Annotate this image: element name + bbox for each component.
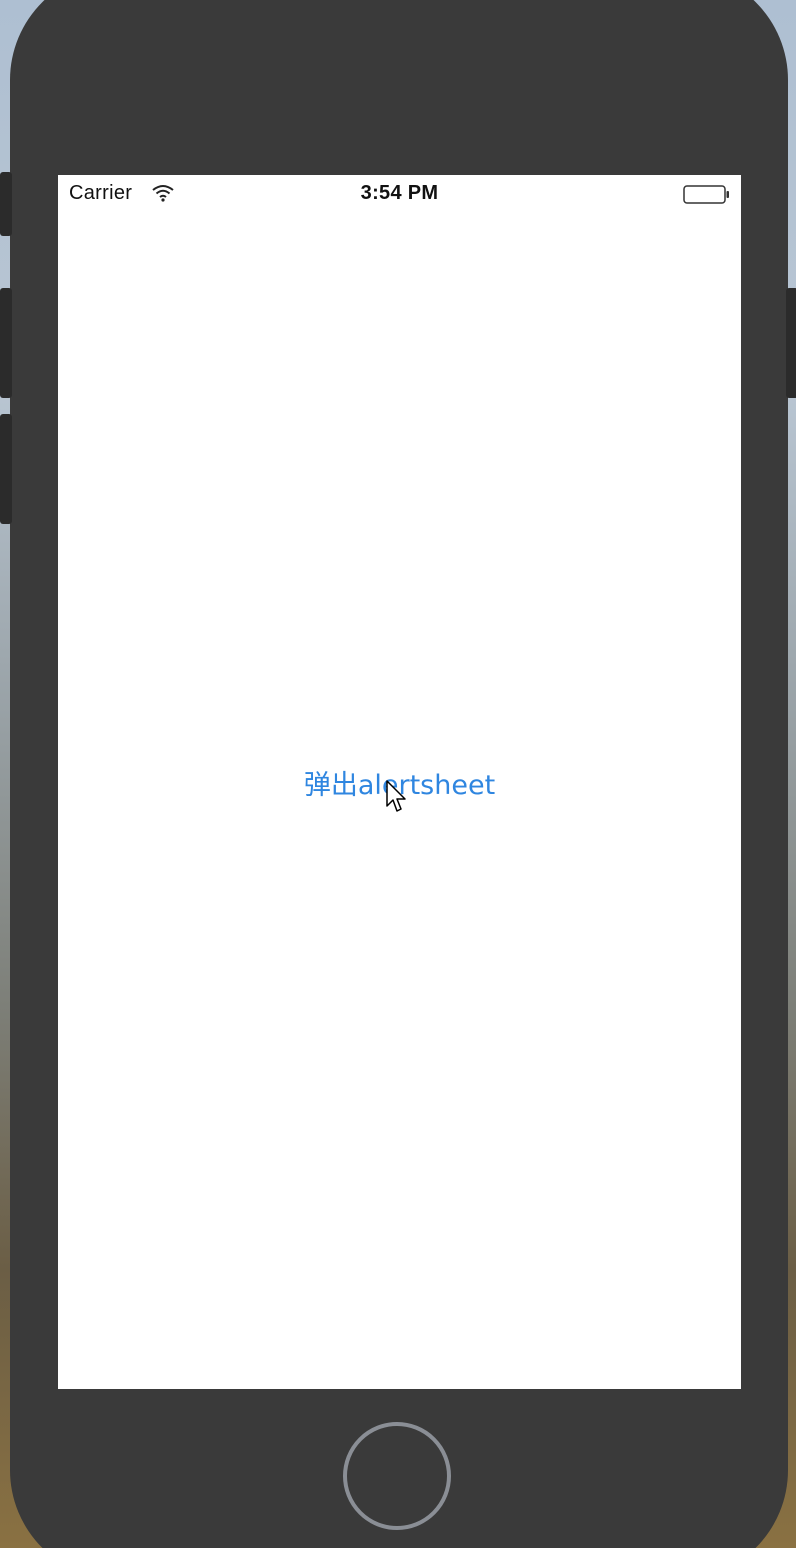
volume-up-button [0,288,12,398]
volume-down-button [0,414,12,524]
mute-switch [0,172,12,236]
home-button[interactable] [343,1422,451,1530]
desktop-background: Carrier 3:54 PM 弹出alertsheet [0,0,796,1548]
power-button [786,288,796,398]
battery-icon [683,185,731,211]
mouse-cursor-icon [386,780,408,819]
status-time: 3:54 PM [360,182,439,204]
status-bar: Carrier 3:54 PM [58,175,741,215]
